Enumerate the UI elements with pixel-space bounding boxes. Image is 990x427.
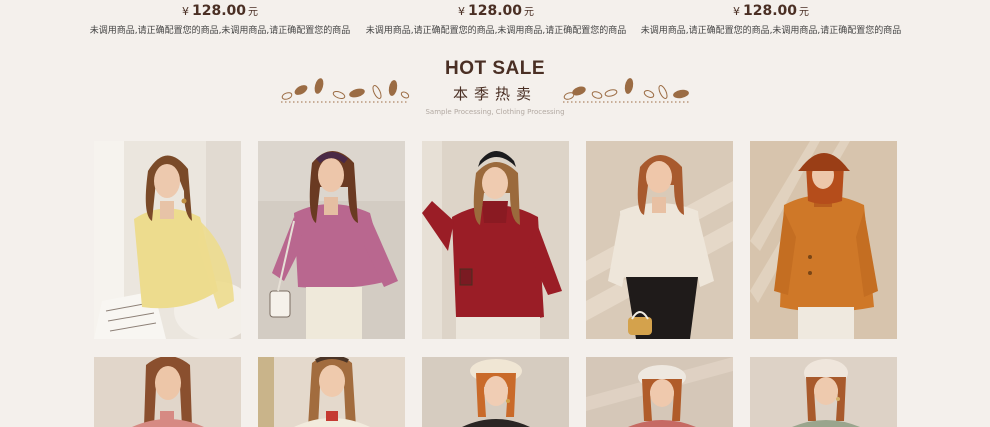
product-card[interactable] bbox=[258, 357, 405, 427]
red-turtleneck-photo-icon bbox=[422, 141, 569, 339]
rose-knit-photo-icon bbox=[586, 357, 733, 427]
price-line: ¥128.00 元 bbox=[346, 1, 646, 19]
product-card[interactable] bbox=[422, 357, 569, 427]
yellow-sweater-photo-icon bbox=[94, 141, 241, 339]
price-unit: 元 bbox=[524, 7, 535, 18]
pink-knit-photo-icon bbox=[94, 357, 241, 427]
product-grid bbox=[94, 141, 898, 427]
orange-coat-photo-icon bbox=[750, 141, 897, 339]
price-value: 128.00 bbox=[191, 3, 247, 19]
price-item[interactable]: ¥128.00 元 未调用商品,请正确配置您的商品,未调用商品,请正确配置您的商品 bbox=[621, 0, 921, 36]
price-row: ¥128.00 元 未调用商品,请正确配置您的商品,未调用商品,请正确配置您的商品… bbox=[0, 0, 990, 40]
price-value: 128.00 bbox=[742, 3, 798, 19]
product-description: 未调用商品,请正确配置您的商品,未调用商品,请正确配置您的商品 bbox=[365, 26, 627, 36]
currency-symbol: ¥ bbox=[181, 5, 189, 18]
sage-knit-photo-icon bbox=[750, 357, 897, 427]
product-card[interactable] bbox=[94, 141, 241, 339]
product-card[interactable] bbox=[750, 357, 897, 427]
hot-sale-banner: HOT SALE 本季热卖 Sample Processing, Clothin… bbox=[275, 58, 715, 120]
product-card[interactable] bbox=[586, 357, 733, 427]
cream-sweater-photo-icon bbox=[586, 141, 733, 339]
product-card[interactable] bbox=[258, 141, 405, 339]
product-card[interactable] bbox=[422, 141, 569, 339]
product-card[interactable] bbox=[586, 141, 733, 339]
currency-symbol: ¥ bbox=[732, 5, 740, 18]
product-card[interactable] bbox=[750, 141, 897, 339]
currency-symbol: ¥ bbox=[457, 5, 465, 18]
pink-sweater-photo-icon bbox=[258, 141, 405, 339]
price-item[interactable]: ¥128.00 元 未调用商品,请正确配置您的商品,未调用商品,请正确配置您的商品 bbox=[70, 0, 370, 36]
product-description: 未调用商品,请正确配置您的商品,未调用商品,请正确配置您的商品 bbox=[89, 26, 351, 36]
price-item[interactable]: ¥128.00 元 未调用商品,请正确配置您的商品,未调用商品,请正确配置您的商品 bbox=[346, 0, 646, 36]
price-line: ¥128.00 元 bbox=[621, 1, 921, 19]
black-knit-photo-icon bbox=[422, 357, 569, 427]
leaf-decoration-right-icon bbox=[563, 78, 691, 103]
price-unit: 元 bbox=[799, 7, 810, 18]
price-unit: 元 bbox=[248, 7, 259, 18]
price-value: 128.00 bbox=[467, 3, 523, 19]
section-caption: Sample Processing, Clothing Processing bbox=[425, 108, 565, 116]
product-card[interactable] bbox=[94, 357, 241, 427]
price-line: ¥128.00 元 bbox=[70, 1, 370, 19]
cream-knit-photo-icon bbox=[258, 357, 405, 427]
product-description: 未调用商品,请正确配置您的商品,未调用商品,请正确配置您的商品 bbox=[640, 26, 902, 36]
